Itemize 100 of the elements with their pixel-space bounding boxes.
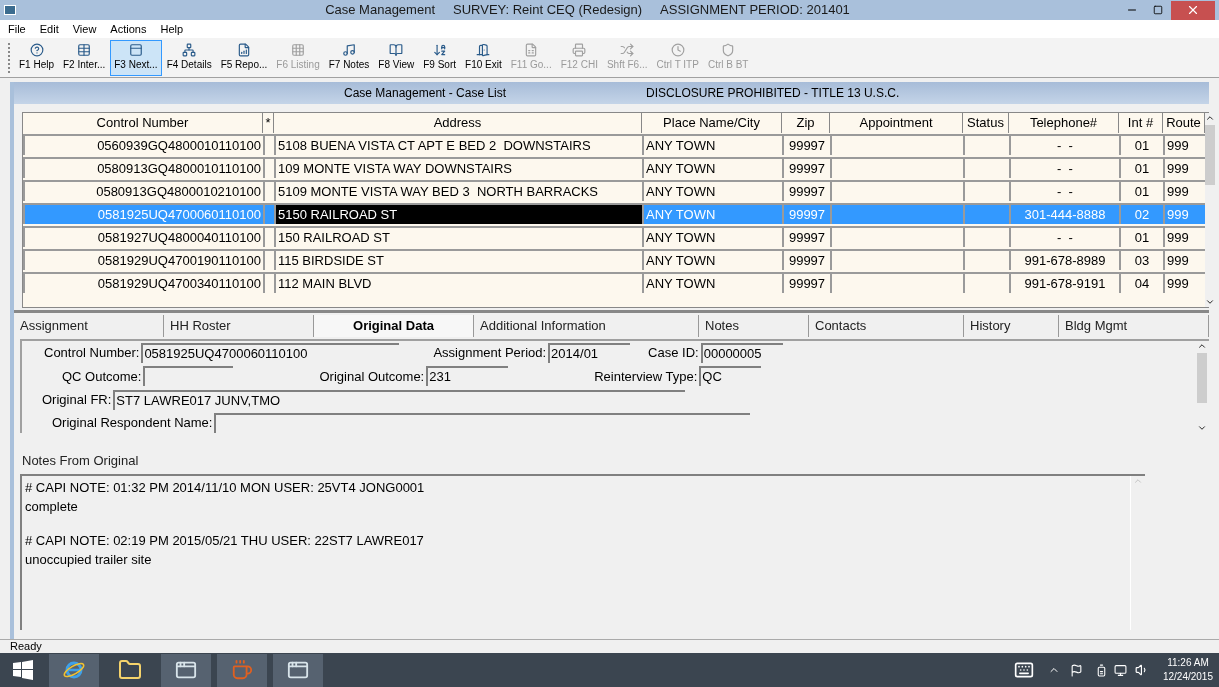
field-label: Case ID: <box>648 344 699 363</box>
table-cell: 01 <box>1119 134 1163 155</box>
coffee-cup-icon <box>231 659 253 681</box>
table-row[interactable]: 0581925UQ4700060110100 5150 RAILROAD ST ANY TOWN 99997 301-444-8888 02 999 <box>23 202 1205 225</box>
toolbar-button[interactable]: F8 View <box>374 39 419 76</box>
column-header[interactable]: Telephone# <box>1009 113 1119 133</box>
toolbar-button[interactable]: F9 Sort <box>419 39 461 76</box>
note-text: unoccupied trailer site <box>25 551 153 569</box>
windows-logo-icon <box>13 660 33 680</box>
table-cell: 99997 <box>782 157 830 178</box>
table-row[interactable]: 0580913GQ4800010110100 109 MONTE VISTA WAY DOWNSTAIRS ANY TOWN 99997 - - 01 999 <box>23 156 1205 179</box>
toolbar-button[interactable]: F3 Next... <box>110 39 162 76</box>
table-row[interactable]: 0581929UQ4700190110100 115 BIRDSIDE ST ANY TOWN 99997 991-678-8989 03 999 <box>23 248 1205 271</box>
tab[interactable]: Bldg Mgmt <box>1059 315 1209 337</box>
table-cell <box>263 272 274 293</box>
table-cell: - - <box>1009 157 1119 178</box>
menu-item[interactable]: View <box>72 20 97 38</box>
note-header: # CAPI NOTE: 02:19 PM 2015/05/21 THU USER: 22ST7 LAWRE017 <box>25 531 425 550</box>
table-cell: 0560939GQ4800010110100 <box>23 134 263 155</box>
column-header[interactable]: Appointment <box>830 113 963 133</box>
notes-text-area[interactable]: # CAPI NOTE: 01:32 PM 2014/11/10 MON USER: 25VT4 JONG0001 complete # CAPI NOTE: 02:19 PM 2015/05/21 THU USER: 22ST7 LAWRE017 unoccupied trailer site <box>20 473 1145 630</box>
tab[interactable]: Contacts <box>809 315 964 337</box>
table-cell: 04 <box>1119 272 1163 293</box>
notes-label: Notes From Original <box>22 452 140 470</box>
table-cell <box>963 226 1009 247</box>
input-field[interactable]: ST7 LAWRE017 JUNV,TMO <box>113 389 686 410</box>
window-icon <box>287 659 309 681</box>
toolbar-button[interactable]: F1 Help <box>15 39 58 76</box>
table-cell: 99997 <box>782 134 830 155</box>
clock-date: 12/24/2015 <box>1162 670 1213 684</box>
shield-icon <box>721 43 736 57</box>
table-cell: 999 <box>1163 134 1205 155</box>
table-cell <box>263 134 274 155</box>
toolbar-button[interactable]: F2 Inter... <box>59 39 110 76</box>
input-field[interactable] <box>143 366 234 387</box>
close-button[interactable] <box>1171 0 1215 20</box>
column-header[interactable]: Place Name/City <box>642 113 782 133</box>
table-cell: 150 RAILROAD ST <box>274 226 642 247</box>
table-row[interactable]: 0581929UQ4700340110100 112 MAIN BLVD ANY TOWN 99997 991-678-9191 04 999 <box>23 271 1205 294</box>
scrollbar[interactable] <box>1194 341 1209 433</box>
table-cell: 01 <box>1119 180 1163 201</box>
input-field[interactable]: 00000005 <box>700 343 783 364</box>
scroll-up-icon <box>1196 341 1207 351</box>
taskbar-app-button[interactable] <box>273 653 323 687</box>
column-header[interactable]: Status <box>963 113 1009 133</box>
input-field[interactable]: QC <box>699 366 762 387</box>
table-cell <box>963 249 1009 270</box>
table-cell: 0581927UQ4800040110100 <box>23 226 263 247</box>
tab[interactable]: Original Data <box>314 315 474 337</box>
taskbar-app-button[interactable] <box>161 653 211 687</box>
table-cell: 5150 RAILROAD ST <box>274 203 642 224</box>
table-cell: 5109 MONTE VISTA WAY BED 3 NORTH BARRACKS <box>274 180 642 201</box>
note-header: # CAPI NOTE: 01:32 PM 2014/11/10 MON USER: 25VT4 JONG0001 <box>25 478 426 497</box>
clock-icon <box>670 43 685 57</box>
menu-item[interactable]: Edit <box>39 20 59 38</box>
field-label: Assignment Period: <box>433 344 547 363</box>
disclosure-notice: DISCLOSURE PROHIBITED - TITLE 13 U.S.C. <box>646 85 900 102</box>
column-header[interactable]: Zip <box>782 113 830 133</box>
book-icon <box>389 43 404 57</box>
column-header[interactable]: Control Number <box>23 113 263 133</box>
input-field[interactable]: 2014/01 <box>548 343 631 364</box>
tab[interactable]: Notes <box>699 315 809 337</box>
keyboard-icon <box>1013 660 1034 680</box>
table-cell <box>963 157 1009 178</box>
toolbar-button[interactable]: F7 Notes <box>324 39 374 76</box>
column-header[interactable]: Int # <box>1119 113 1163 133</box>
menu-item[interactable]: File <box>8 20 26 38</box>
scrollbar[interactable] <box>1205 113 1215 307</box>
taskbar-app-button[interactable] <box>49 653 99 687</box>
toolbar-button[interactable]: F4 Details <box>162 39 216 76</box>
tab[interactable]: History <box>964 315 1059 337</box>
restore-icon <box>1153 5 1163 15</box>
table-cell <box>963 203 1009 224</box>
menu-item[interactable]: Help <box>160 20 184 38</box>
table-cell: - - <box>1009 180 1119 201</box>
column-header[interactable]: Address <box>274 113 642 133</box>
scroll-up-icon <box>1205 113 1215 123</box>
tab[interactable]: Additional Information <box>474 315 699 337</box>
tab[interactable]: Assignment <box>14 315 164 337</box>
table-cell: ANY TOWN <box>642 272 782 293</box>
table-cell: 02 <box>1119 203 1163 224</box>
input-field[interactable]: 231 <box>426 366 509 387</box>
table-cell: 99997 <box>782 226 830 247</box>
sheet-icon <box>524 43 539 57</box>
column-header[interactable]: * <box>263 113 274 133</box>
shuffle-icon <box>620 43 635 57</box>
input-field[interactable]: 0581925UQ4700060110100 <box>141 343 400 364</box>
window-icon <box>175 659 197 681</box>
table-row[interactable]: 0580913GQ4800010210100 5109 MONTE VISTA WAY BED 3 NORTH BARRACKS ANY TOWN 99997 - - 01 999 <box>23 179 1205 202</box>
note-text: complete <box>25 498 79 516</box>
toolbar-button[interactable]: F5 Repo... <box>216 39 272 76</box>
table-cell <box>963 134 1009 155</box>
toolbar-button[interactable]: F10 Exit <box>461 39 506 76</box>
menu-item[interactable]: Actions <box>110 20 147 38</box>
table-icon <box>77 43 92 57</box>
field-label: Original Respondent Name: <box>52 414 213 433</box>
table-row[interactable]: 0560939GQ4800010110100 5108 BUENA VISTA CT APT E BED 2 DOWNSTAIRS ANY TOWN 99997 - - 01 999 <box>23 133 1205 156</box>
table-cell: ANY TOWN <box>642 226 782 247</box>
table-cell <box>963 272 1009 293</box>
table-row[interactable]: 0581927UQ4800040110100 150 RAILROAD ST ANY TOWN 99997 - - 01 999 <box>23 225 1205 248</box>
